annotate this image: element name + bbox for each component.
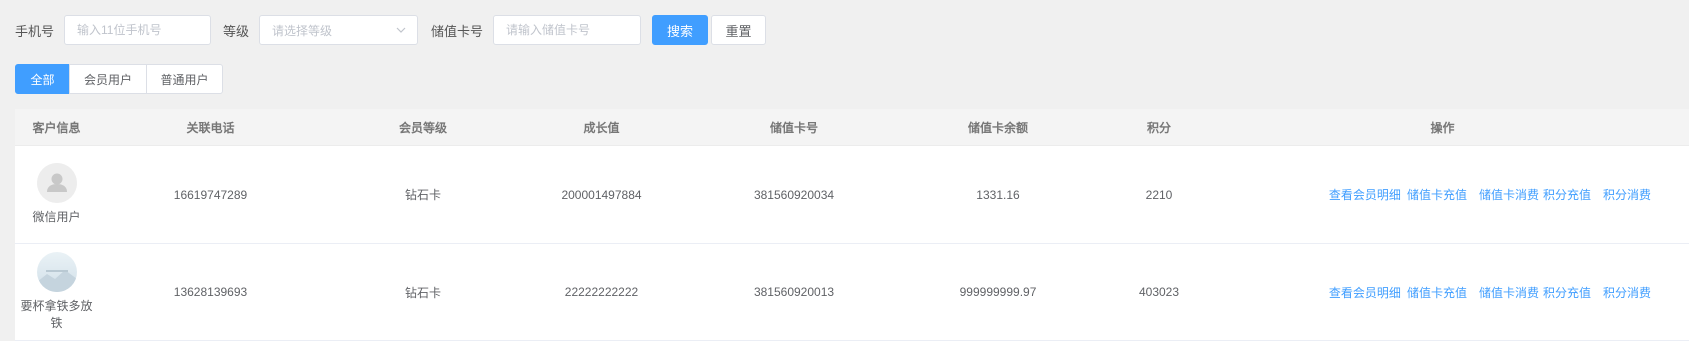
customer-name: 微信用户 <box>32 210 81 224</box>
level-cell: 钻石卡 <box>404 188 441 202</box>
header-actions: 操作 <box>1430 120 1455 135</box>
header-customer-info: 客户信息 <box>32 120 81 135</box>
level-select[interactable]: 请选择等级 <box>259 15 419 45</box>
filter-bar: 手机号 等级 请选择等级 储值卡号 搜索 重置 <box>15 14 767 46</box>
card-consume-link[interactable]: 储值卡消费 <box>1479 284 1539 301</box>
card-number-cell: 381560920013 <box>753 285 835 299</box>
header-growth: 成长值 <box>583 120 620 135</box>
level-label: 等级 <box>223 23 250 39</box>
card-number-input[interactable] <box>493 15 642 45</box>
view-member-details-link[interactable]: 查看会员明细 <box>1329 284 1401 301</box>
card-consume-link[interactable]: 储值卡消费 <box>1479 186 1539 203</box>
header-phone: 关联电话 <box>186 120 235 135</box>
header-member-level: 会员等级 <box>398 120 447 135</box>
level-select-placeholder: 请选择等级 <box>272 23 333 38</box>
card-recharge-link[interactable]: 储值卡充值 <box>1407 186 1467 203</box>
phone-cell: 13628139693 <box>173 285 248 299</box>
card-number-cell: 381560920034 <box>753 187 835 202</box>
header-card-number: 储值卡号 <box>769 120 818 135</box>
reset-button[interactable]: 重置 <box>711 15 767 45</box>
points-cell: 2210 <box>1145 187 1173 202</box>
chevron-down-icon <box>396 27 406 33</box>
points-consume-link[interactable]: 积分消费 <box>1603 284 1651 301</box>
level-cell: 钻石卡 <box>404 285 441 300</box>
card-label: 储值卡号 <box>431 23 484 39</box>
customer-table: 客户信息 关联电话 会员等级 成长值 储值卡号 储值卡余额 积分 操作 微信用户… <box>15 109 1689 341</box>
landscape-photo-icon <box>36 252 77 292</box>
balance-cell: 999999999.97 <box>959 285 1037 299</box>
table-row: 微信用户 16619747289 钻石卡 200001497884 381560… <box>15 146 1689 244</box>
table-header: 客户信息 关联电话 会员等级 成长值 储值卡号 储值卡余额 积分 操作 <box>15 109 1689 146</box>
growth-cell: 200001497884 <box>561 187 642 202</box>
phone-label: 手机号 <box>15 23 55 39</box>
customer-name: 要杯拿铁多放铁 <box>20 299 93 330</box>
table-row: 要杯拿铁多放铁 13628139693 钻石卡 22222222222 3815… <box>15 244 1689 341</box>
tab-all[interactable]: 全部 <box>15 64 70 94</box>
view-member-details-link[interactable]: 查看会员明细 <box>1329 186 1401 203</box>
points-cell: 403023 <box>1138 285 1180 299</box>
card-recharge-link[interactable]: 储值卡充值 <box>1407 284 1467 301</box>
tab-regular-users[interactable]: 普通用户 <box>146 64 223 94</box>
actions-cell: 查看会员明细 储值卡充值 储值卡消费 积分充值 积分消费 <box>1230 284 1655 301</box>
points-recharge-link[interactable]: 积分充值 <box>1543 186 1591 203</box>
phone-cell: 16619747289 <box>173 187 248 202</box>
search-button[interactable]: 搜索 <box>652 15 709 45</box>
user-type-tabs: 全部 会员用户 普通用户 <box>15 64 223 94</box>
phone-input[interactable] <box>64 15 212 45</box>
customer-cell: 要杯拿铁多放铁 <box>15 252 98 332</box>
header-points: 积分 <box>1146 120 1171 135</box>
points-consume-link[interactable]: 积分消费 <box>1603 186 1651 203</box>
customer-cell: 微信用户 <box>15 163 98 226</box>
growth-cell: 22222222222 <box>564 285 639 299</box>
balance-cell: 1331.16 <box>976 187 1020 202</box>
user-silhouette-icon <box>36 163 77 203</box>
actions-cell: 查看会员明细 储值卡充值 储值卡消费 积分充值 积分消费 <box>1230 186 1655 203</box>
header-card-balance: 储值卡余额 <box>967 120 1028 135</box>
tab-member-users[interactable]: 会员用户 <box>69 64 147 94</box>
points-recharge-link[interactable]: 积分充值 <box>1543 284 1591 301</box>
